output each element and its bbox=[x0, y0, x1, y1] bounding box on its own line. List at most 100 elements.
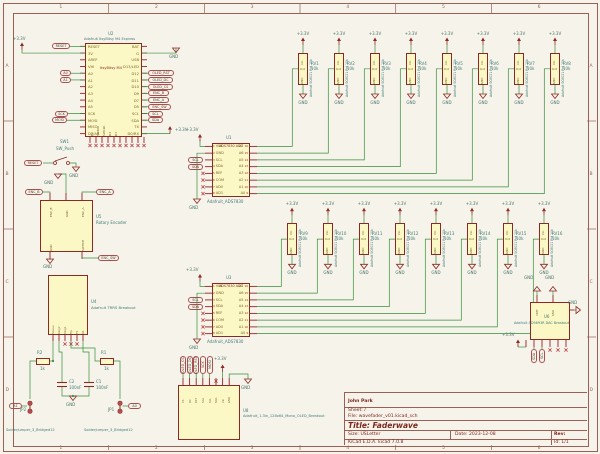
adc-title: ADS7830 ADC bbox=[212, 144, 250, 148]
potentiometer-body[interactable]: Vin Out GND bbox=[406, 53, 416, 85]
fader-potentiometer[interactable]: +3.3V Vin Out GND Adafruit SC6021 Pot 10… bbox=[395, 223, 425, 283]
pin-vin: Vin bbox=[541, 225, 545, 235]
net-label-scl[interactable]: SCL bbox=[188, 157, 203, 163]
net-label-enc-b[interactable]: ENC_B bbox=[148, 90, 169, 96]
pin-gnd: GND bbox=[336, 73, 340, 84]
fader-potentiometer[interactable]: +3.3V Vin Out GND Adafruit SC6021 Pot 10… bbox=[334, 53, 364, 113]
schematic-title: Title: Faderwave bbox=[348, 421, 418, 430]
rev-field: Rev: bbox=[554, 432, 565, 437]
net-label-mosi[interactable]: MOSI bbox=[52, 117, 67, 123]
potentiometer-body[interactable]: Vin Out GND bbox=[503, 223, 513, 255]
net-label-a0[interactable]: A0 bbox=[128, 403, 141, 409]
potentiometer-body[interactable]: Vin Out GND bbox=[334, 53, 344, 85]
mcu-body-text: ItsyBitsy M4 bbox=[100, 66, 122, 70]
mcu-body[interactable]: RESET3VAREFVHIA0A1A2A3A4A5SCKMOSIMISOD2/… bbox=[85, 43, 142, 137]
fader-potentiometer[interactable]: +3.3V Vin Out GND Adafruit SC6021 Pot 10… bbox=[323, 223, 353, 283]
id-field: Id: 1/1 bbox=[554, 440, 569, 445]
fader-potentiometer[interactable]: +3.3V Vin Out GND Adafruit SC6021 Pot 10… bbox=[442, 53, 472, 113]
adc-reference[interactable]: U3 bbox=[226, 275, 231, 280]
net-label-sda[interactable]: SDA bbox=[188, 304, 203, 310]
gnd-label: GND bbox=[296, 100, 310, 105]
net-label-oled-dc[interactable]: OLED_DC bbox=[148, 77, 173, 83]
oled-net-label[interactable]: OLED_DC bbox=[187, 356, 193, 374]
potentiometer-body[interactable]: Vin Out GND bbox=[323, 223, 333, 255]
potentiometer-body[interactable]: Vin Out GND bbox=[298, 53, 308, 85]
potentiometer-body[interactable]: Vin Out GND bbox=[478, 53, 488, 85]
oled-net-label[interactable]: MOSI bbox=[207, 356, 213, 374]
file-field: File: wavefader_v01.kicad_sch bbox=[348, 414, 418, 419]
potentiometer-body[interactable]: Vin Out GND bbox=[395, 223, 405, 255]
pin-out: Out bbox=[300, 67, 305, 71]
net-label-a1[interactable]: A1 bbox=[9, 403, 22, 409]
net-label-scl[interactable]: SCL bbox=[148, 111, 163, 117]
net-label-enc-a[interactable]: ENC_A bbox=[148, 97, 169, 103]
potentiometer-body[interactable]: Vin Out GND bbox=[550, 53, 560, 85]
power-3v3-label: +3.3V bbox=[400, 31, 422, 36]
fader-potentiometer[interactable]: +3.3V Vin Out GND Adafruit SC6021 Pot 10… bbox=[298, 53, 328, 113]
dac-net-label[interactable]: SCL bbox=[539, 349, 545, 363]
net-label-enc-a[interactable]: ENC_A bbox=[96, 189, 114, 195]
net-label-reset[interactable]: RESET bbox=[52, 43, 70, 49]
resistor-r2[interactable] bbox=[36, 358, 50, 365]
mcu-value[interactable]: Adafruit ItsyBitsy M4 Express bbox=[84, 37, 135, 41]
potentiometer-body[interactable]: Vin Out GND bbox=[359, 223, 369, 255]
net-label-sda[interactable]: SDA bbox=[188, 164, 203, 170]
resistor-r1[interactable] bbox=[100, 358, 114, 365]
power-3v3-label: +3.3V bbox=[461, 201, 483, 206]
adc-reference[interactable]: U1 bbox=[226, 135, 231, 140]
net-label-oled-cs[interactable]: OLED_CS bbox=[148, 84, 173, 90]
net-label-enc-sw[interactable]: ENC_SW bbox=[98, 255, 119, 261]
fader-potentiometer[interactable]: +3.3V Vin Out GND Adafruit SC6021 Pot 10… bbox=[431, 223, 461, 283]
net-label-scl[interactable]: SCL bbox=[188, 297, 203, 303]
pin-gnd: GND bbox=[469, 243, 473, 254]
oled-value: Adafruit_1.3in_128x64_Mono_OLED_Breakout bbox=[243, 414, 325, 418]
adc-value: Adafruit_ADS7830 bbox=[207, 339, 243, 344]
fader-potentiometer[interactable]: +3.3V Vin Out GND Adafruit SC6021 Pot 10… bbox=[478, 53, 508, 113]
pin-out: Out bbox=[480, 67, 485, 71]
fader-potentiometer[interactable]: +3.3V Vin Out GND Adafruit SC6021 Pot 10… bbox=[287, 223, 317, 283]
oled-net-label[interactable]: OLED_CS bbox=[180, 356, 186, 374]
adc-u1[interactable]: U1 ADS7830 ADC 1VIN2GND3SCL4SDA5REF6COM7… bbox=[205, 136, 267, 211]
potentiometer-body[interactable]: Vin Out GND bbox=[431, 223, 441, 255]
gnd-label: GND bbox=[568, 300, 577, 305]
switch-reference[interactable]: SW1 bbox=[60, 139, 69, 144]
net-label-oled-rst[interactable]: OLED_RST bbox=[148, 70, 174, 76]
oled-net-label[interactable]: SCK bbox=[200, 356, 206, 374]
oled-breakout-body[interactable]: CSDCRSTSA0SCLSDAVinGND bbox=[178, 385, 240, 440]
adc-u3[interactable]: U3 ADS7830 ADC 1VIN2GND3SCL4SDA5REF6COM7… bbox=[205, 276, 267, 351]
trrs-breakout-body[interactable]: SleeveRing2Ring1TipTSRS bbox=[48, 275, 88, 335]
rotary-encoder-body[interactable]: ENC_BGNDENC_A GNDSWITCH bbox=[40, 200, 93, 252]
potentiometer-body[interactable]: Vin Out GND bbox=[539, 223, 549, 255]
oled-net-label[interactable]: OLED_RST bbox=[193, 356, 199, 374]
pin-gnd: GND bbox=[505, 243, 509, 254]
jumper-value: SolderJumper_3_Bridged12 bbox=[84, 428, 133, 432]
fader-potentiometer[interactable]: +3.3V Vin Out GND Adafruit SC6021 Pot 10… bbox=[406, 53, 436, 113]
fader-potentiometer[interactable]: +3.3V Vin Out GND Adafruit SC6021 Pot 10… bbox=[514, 53, 544, 113]
fader-potentiometer[interactable]: +3.3V Vin Out GND Adafruit SC6021 Pot 10… bbox=[467, 223, 497, 283]
dac-reference[interactable]: U6 bbox=[544, 314, 549, 319]
net-label-reset[interactable]: RESET bbox=[24, 160, 42, 166]
net-label-a0[interactable]: A0 bbox=[60, 70, 71, 76]
potentiometer-body[interactable]: Vin Out GND bbox=[370, 53, 380, 85]
net-label-a1[interactable]: A1 bbox=[60, 77, 71, 83]
trrs-reference[interactable]: U4 bbox=[91, 299, 96, 304]
fader-potentiometer[interactable]: +3.3V Vin Out GND Adafruit SC6021 Pot 10… bbox=[370, 53, 400, 113]
net-label-enc-b[interactable]: ENC_B bbox=[25, 189, 43, 195]
net-label-sda[interactable]: SDA bbox=[148, 117, 163, 123]
fader-potentiometer[interactable]: +3.3V Vin Out GND Adafruit SC6021 Pot 10… bbox=[359, 223, 389, 283]
encoder-reference[interactable]: U5 bbox=[96, 214, 101, 219]
pin-out: Out bbox=[552, 67, 557, 71]
oled-reference[interactable]: U8 bbox=[243, 408, 248, 413]
pin-vin: Vin bbox=[408, 55, 412, 65]
fader-potentiometer[interactable]: +3.3V Vin Out GND Adafruit SC6021 Pot 10… bbox=[550, 53, 580, 113]
power-3v3-label: +3.3V bbox=[281, 201, 303, 206]
net-label-sck[interactable]: SCK bbox=[55, 111, 68, 117]
net-label-enc-sw[interactable]: ENC_SW bbox=[148, 104, 171, 110]
potentiometer-body[interactable]: Vin Out GND bbox=[467, 223, 477, 255]
potentiometer-body[interactable]: Vin Out GND bbox=[287, 223, 297, 255]
potentiometer-body[interactable]: Vin Out GND bbox=[442, 53, 452, 85]
potentiometer-body[interactable]: Vin Out GND bbox=[514, 53, 524, 85]
mcu-reference[interactable]: U2 bbox=[108, 31, 113, 36]
power-3v3-label: +3.3V bbox=[436, 31, 458, 36]
dac-net-label[interactable]: SDA bbox=[531, 349, 537, 363]
